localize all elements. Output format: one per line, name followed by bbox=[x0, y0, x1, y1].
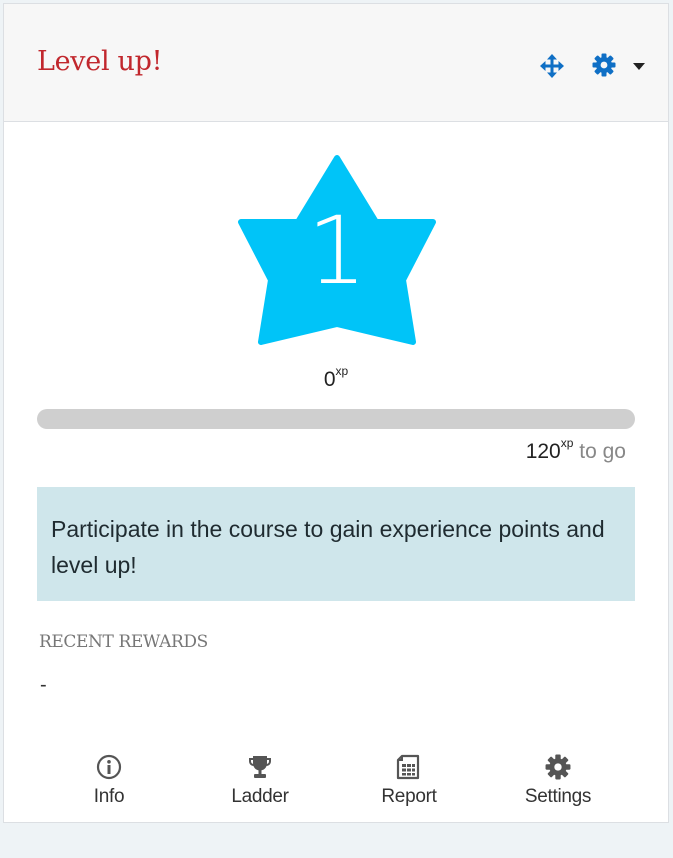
trophy-icon bbox=[249, 756, 271, 778]
nav-report-link[interactable]: Report bbox=[349, 754, 469, 808]
gear-icon bbox=[545, 754, 571, 780]
xp-to-go: 120xp to go bbox=[525, 437, 626, 464]
nav-report-label: Report bbox=[381, 786, 437, 807]
info-icon bbox=[96, 754, 122, 780]
xp-current-value: 0 bbox=[323, 368, 336, 391]
block-title: Level up! bbox=[37, 46, 163, 77]
participation-message: Participate in the course to gain experi… bbox=[37, 487, 635, 601]
xp-progress-bar bbox=[37, 409, 635, 429]
block-actions-menu[interactable] bbox=[592, 53, 656, 79]
xp-to-next-value: 120 bbox=[525, 440, 561, 463]
nav-info-label: Info bbox=[93, 786, 125, 807]
level-up-block: Level up! 1 0xp 120xp to go Participate … bbox=[3, 3, 669, 823]
xp-to-go-unit: xp bbox=[560, 436, 574, 450]
block-header: Level up! bbox=[4, 4, 668, 122]
recent-rewards-empty: - bbox=[40, 674, 47, 696]
nav-settings-link[interactable]: Settings bbox=[498, 754, 618, 808]
report-icon bbox=[396, 754, 420, 780]
nav-ladder-link[interactable]: Ladder bbox=[200, 754, 320, 808]
move-icon[interactable] bbox=[540, 54, 564, 78]
recent-rewards-heading: RECENT REWARDS bbox=[39, 632, 208, 652]
xp-to-go-label: to go bbox=[579, 440, 626, 463]
gear-icon bbox=[592, 53, 616, 77]
nav-ladder-label: Ladder bbox=[231, 786, 289, 807]
level-number: 1 bbox=[307, 197, 367, 306]
level-badge: 1 bbox=[235, 152, 439, 346]
xp-unit: xp bbox=[335, 364, 349, 378]
nav-settings-label: Settings bbox=[524, 786, 592, 807]
caret-down-icon bbox=[633, 63, 645, 70]
xp-total: 0xp bbox=[4, 365, 668, 392]
nav-info-link[interactable]: Info bbox=[49, 754, 169, 808]
